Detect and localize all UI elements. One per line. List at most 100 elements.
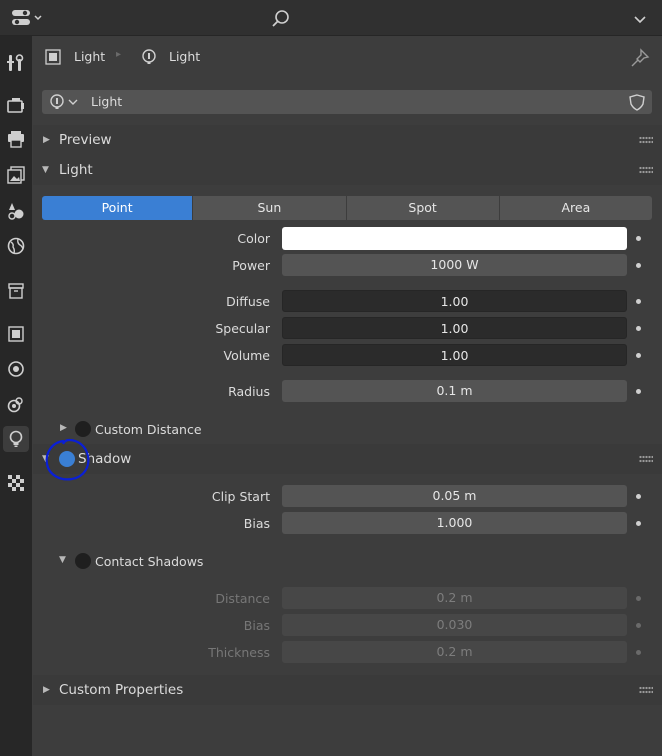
- panel-title: Light: [59, 162, 93, 178]
- tab-physics[interactable]: [3, 356, 29, 382]
- animate-keyframe-dot[interactable]: [636, 521, 641, 526]
- specular-field[interactable]: 1.00: [282, 317, 627, 339]
- drag-handle-icon[interactable]: [639, 686, 653, 694]
- collapse-triangle-icon: ▼: [42, 165, 49, 175]
- light-type-sun[interactable]: Sun: [192, 196, 346, 220]
- thickness-label: Thickness: [208, 645, 270, 660]
- animate-keyframe-dot[interactable]: [636, 236, 641, 241]
- scene-objects-icon: [8, 203, 24, 220]
- custom-distance-checkbox[interactable]: [75, 421, 91, 437]
- panel-custom-properties-header[interactable]: ▶ Custom Properties: [33, 675, 662, 705]
- constraint-icon: [7, 397, 23, 413]
- animate-keyframe-dot[interactable]: [636, 650, 641, 655]
- animate-keyframe-dot[interactable]: [636, 389, 641, 394]
- panel-light-header[interactable]: ▼ Light: [33, 155, 662, 185]
- search-button[interactable]: [270, 8, 292, 30]
- clip-start-label: Clip Start: [211, 489, 270, 504]
- animate-keyframe-dot[interactable]: [636, 326, 641, 331]
- tab-scene[interactable]: [3, 198, 29, 224]
- tab-texture[interactable]: [3, 470, 29, 496]
- box-icon: [8, 283, 24, 299]
- expand-triangle-icon[interactable]: ▶: [60, 423, 67, 433]
- power-field[interactable]: 1000 W: [282, 254, 627, 276]
- globe-icon: [7, 237, 25, 255]
- radius-label: Radius: [228, 384, 270, 399]
- animate-keyframe-dot[interactable]: [636, 494, 641, 499]
- object-square-icon: [45, 49, 61, 65]
- expand-triangle-icon: ▶: [43, 685, 50, 695]
- diffuse-label: Diffuse: [226, 294, 270, 309]
- contact-shadows-checkbox[interactable]: [75, 553, 91, 569]
- diffuse-field[interactable]: 1.00: [282, 290, 627, 312]
- radius-field[interactable]: 0.1 m: [282, 380, 627, 402]
- panel-preview-header[interactable]: ▶ Preview: [33, 125, 662, 155]
- object-square-icon: [8, 326, 24, 342]
- light-type-spot[interactable]: Spot: [345, 196, 499, 220]
- physics-orbit-icon: [8, 361, 24, 377]
- volume-field[interactable]: 1.00: [282, 344, 627, 366]
- drag-handle-icon[interactable]: [639, 455, 653, 463]
- light-datablock-selector[interactable]: Light: [42, 90, 652, 114]
- clip-start-field[interactable]: 0.05 m: [282, 485, 627, 507]
- tab-light-data[interactable]: [3, 426, 29, 452]
- panel-title: Custom Properties: [59, 682, 184, 698]
- tab-view-layer[interactable]: [3, 162, 29, 188]
- distance-field[interactable]: 0.2 m: [282, 587, 627, 609]
- tab-output[interactable]: [3, 126, 29, 152]
- tab-object[interactable]: [3, 321, 29, 347]
- animate-keyframe-dot[interactable]: [636, 596, 641, 601]
- tab-tool[interactable]: [3, 50, 29, 76]
- lightbulb-icon: [9, 430, 23, 447]
- pin-button[interactable]: [629, 48, 651, 68]
- thickness-field[interactable]: 0.2 m: [282, 641, 627, 663]
- drag-handle-icon[interactable]: [639, 166, 653, 174]
- annotation-circle: [45, 438, 90, 481]
- fake-user-shield-icon[interactable]: [628, 93, 646, 111]
- datablock-name: Light: [91, 94, 123, 109]
- tab-collection[interactable]: [3, 278, 29, 304]
- distance-label: Distance: [215, 591, 270, 606]
- color-swatch[interactable]: [282, 227, 627, 250]
- animate-keyframe-dot[interactable]: [636, 623, 641, 628]
- color-label: Color: [237, 231, 270, 246]
- bias-label: Bias: [243, 516, 270, 531]
- contact-bias-field[interactable]: 0.030: [282, 614, 627, 636]
- tab-world[interactable]: [3, 233, 29, 259]
- animate-keyframe-dot[interactable]: [636, 299, 641, 304]
- chevron-down-icon: [634, 16, 646, 24]
- image-layers-icon: [7, 166, 25, 184]
- breadcrumb: Light ▸ Light: [44, 46, 604, 68]
- contact-shadows-label: Contact Shadows: [95, 554, 204, 569]
- pin-icon: [631, 48, 650, 67]
- custom-distance-label: Custom Distance: [95, 422, 202, 437]
- bias-field[interactable]: 1.000: [282, 512, 627, 534]
- printer-icon: [8, 131, 24, 148]
- light-type-selector: Point Sun Spot Area: [42, 196, 652, 220]
- light-data-icon: [50, 94, 64, 109]
- tab-render[interactable]: [3, 92, 29, 118]
- power-label: Power: [232, 258, 270, 273]
- editor-header: [0, 0, 662, 36]
- animate-keyframe-dot[interactable]: [636, 353, 641, 358]
- panel-title: Preview: [59, 132, 112, 148]
- wrench-screwdriver-icon: [7, 54, 24, 71]
- search-icon: [272, 10, 289, 27]
- breadcrumb-separator-icon: ▸: [116, 49, 122, 60]
- checkerboard-icon: [8, 475, 24, 491]
- header-menu-button[interactable]: [632, 12, 648, 26]
- breadcrumb-data-name: Light: [169, 49, 201, 64]
- breadcrumb-object-name: Light: [74, 49, 106, 64]
- light-type-area[interactable]: Area: [498, 196, 652, 220]
- specular-label: Specular: [215, 321, 270, 336]
- volume-label: Volume: [223, 348, 271, 363]
- light-type-point[interactable]: Point: [42, 196, 193, 220]
- editor-type-button[interactable]: [10, 8, 46, 28]
- panel-shadow-header[interactable]: ▼ Shadow: [33, 444, 662, 474]
- tab-constraints[interactable]: [3, 391, 29, 417]
- animate-keyframe-dot[interactable]: [636, 263, 641, 268]
- drag-handle-icon[interactable]: [639, 136, 653, 144]
- camera-back-icon: [7, 98, 24, 113]
- contact-bias-label: Bias: [243, 618, 270, 633]
- light-data-icon: [142, 49, 156, 64]
- collapse-triangle-icon[interactable]: ▼: [59, 555, 66, 565]
